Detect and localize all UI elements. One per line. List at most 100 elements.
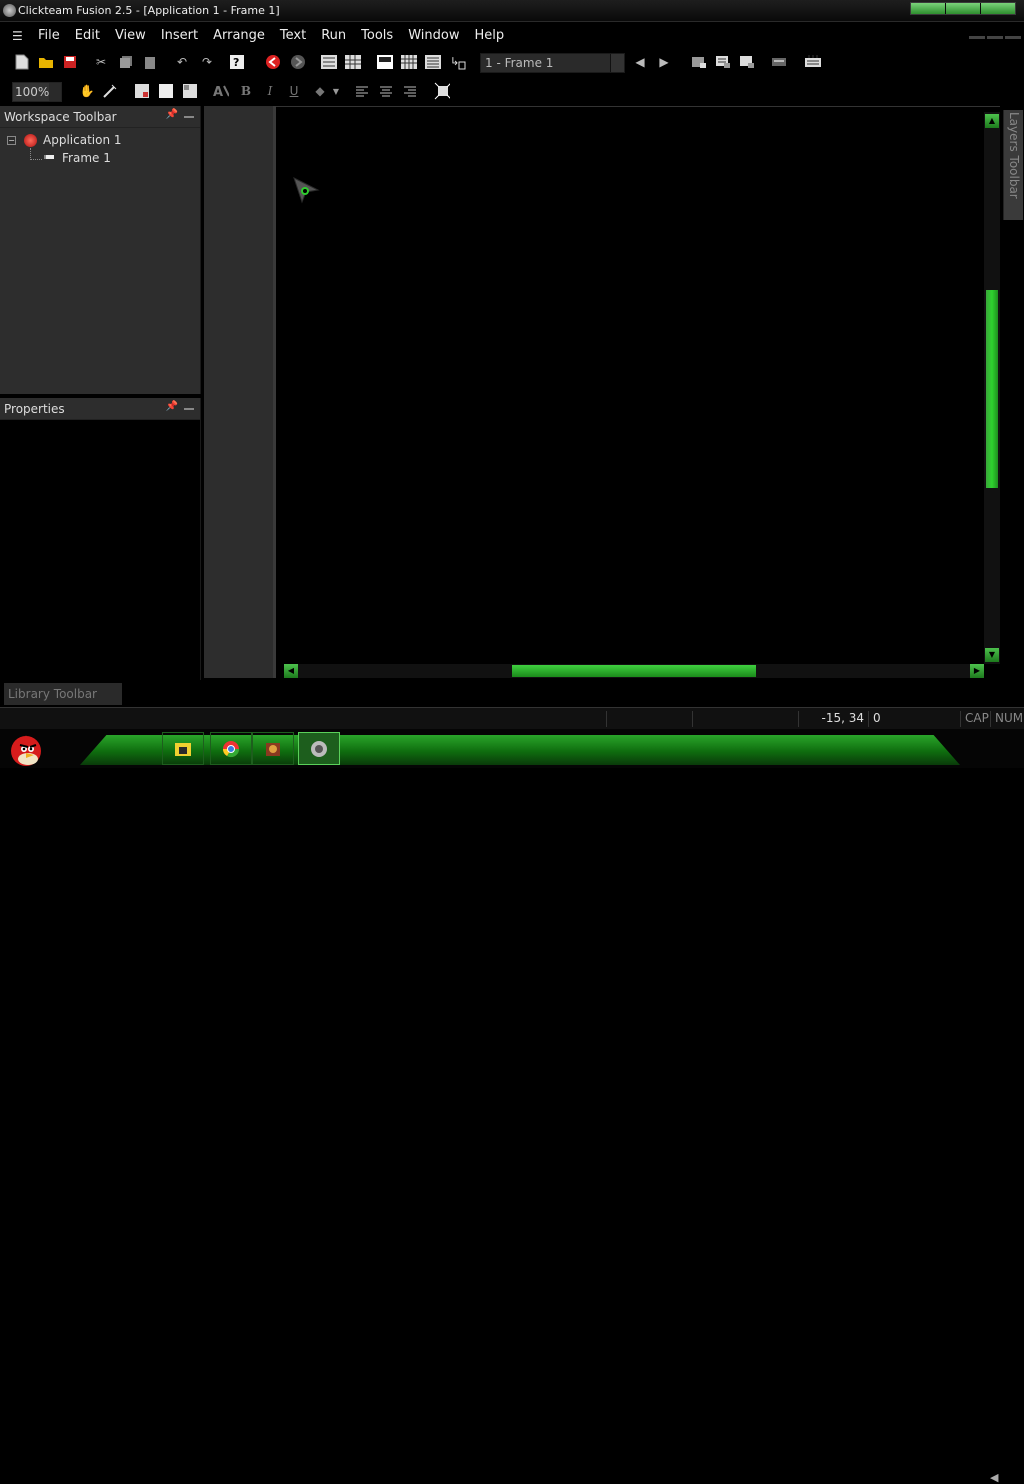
grid-toggle-icon[interactable] [134, 83, 150, 99]
undo-icon[interactable]: ↶ [174, 54, 190, 70]
save-icon[interactable] [62, 54, 78, 70]
library-toolbar-tab[interactable]: Library Toolbar [4, 683, 122, 705]
vertical-scrollbar[interactable]: ▲ ▼ [984, 112, 1000, 664]
storyboard-icon[interactable] [321, 54, 337, 70]
pin-icon[interactable]: 📌 [166, 401, 178, 412]
italic-icon[interactable]: I [262, 83, 278, 99]
cut-icon[interactable]: ✂ [93, 54, 109, 70]
minimize-button[interactable] [911, 3, 946, 14]
menu-tools[interactable]: Tools [361, 28, 393, 43]
mdi-close-button[interactable] [1005, 36, 1021, 39]
chevron-down-icon[interactable] [49, 83, 61, 101]
redo-icon[interactable]: ↷ [199, 54, 215, 70]
event-window-icon[interactable] [715, 54, 731, 70]
align-right-icon[interactable] [402, 83, 418, 99]
vertical-scroll-thumb[interactable] [986, 290, 998, 488]
horizontal-scroll-thumb[interactable] [512, 665, 756, 677]
menu-text[interactable]: Text [280, 28, 306, 43]
main-toolbar: ✂ ↶ ↷ ? ↳ 1 - Frame 1 ◀ ▶ [10, 52, 1020, 76]
tree-connector [30, 159, 42, 160]
underline-icon[interactable]: U [286, 83, 302, 99]
font-icon[interactable]: A [213, 83, 229, 99]
layers-toolbar-tab[interactable]: Layers Toolbar [1003, 110, 1023, 220]
pin-icon[interactable]: 📌 [166, 109, 178, 120]
grid-icon[interactable] [345, 54, 361, 70]
event-list-icon[interactable] [425, 54, 441, 70]
tray-chevron-icon[interactable]: ◀ [990, 1471, 1002, 1484]
align-left-icon[interactable] [354, 83, 370, 99]
mdi-minimize-button[interactable] [969, 36, 985, 39]
scroll-right-button[interactable]: ▶ [970, 664, 984, 678]
menu-file[interactable]: File [38, 28, 60, 43]
taskbar: ◀ [0, 729, 1024, 1484]
collapse-icon[interactable] [184, 116, 194, 118]
menu-run[interactable]: Run [321, 28, 346, 43]
horizontal-scrollbar[interactable]: ◀ ▶ [284, 664, 984, 678]
collapse-node-icon[interactable]: − [7, 136, 16, 145]
menu-arrange[interactable]: Arrange [213, 28, 265, 43]
next-frame-icon[interactable]: ▶ [656, 54, 672, 70]
layers-toolbar-label: Layers Toolbar [1007, 112, 1021, 199]
scroll-left-button[interactable]: ◀ [284, 664, 298, 678]
application-label: Application 1 [43, 133, 122, 147]
start-button-icon[interactable] [6, 729, 46, 767]
frame-selector[interactable]: 1 - Frame 1 [480, 53, 625, 73]
paste-icon[interactable] [142, 54, 158, 70]
window-title: Clickteam Fusion 2.5 - [Application 1 - … [18, 4, 280, 17]
menu-insert[interactable]: Insert [161, 28, 198, 43]
menu-window[interactable]: Window [408, 28, 459, 43]
tree-node-frame[interactable]: Frame 1 [0, 148, 200, 168]
menu-help[interactable]: Help [474, 28, 504, 43]
event-editor-icon[interactable] [401, 54, 417, 70]
align-center-icon[interactable] [378, 83, 394, 99]
back-icon[interactable] [265, 54, 281, 70]
close-button[interactable] [981, 3, 1015, 14]
mdi-restore-button[interactable] [987, 36, 1003, 39]
alignment-icon[interactable] [182, 83, 198, 99]
taskbar-app-button[interactable] [252, 732, 294, 765]
menu-view[interactable]: View [115, 28, 146, 43]
chevron-down-icon[interactable]: ▼ [328, 83, 344, 99]
bold-icon[interactable]: B [238, 83, 254, 99]
properties-panel: Properties 📌 [0, 398, 201, 680]
chevron-down-icon[interactable] [610, 54, 624, 72]
maximize-button[interactable] [946, 3, 981, 14]
frame-editor-canvas[interactable] [276, 106, 1000, 678]
collapse-icon[interactable] [184, 408, 194, 410]
window-controls [910, 2, 1016, 15]
copy-icon[interactable] [118, 54, 134, 70]
taskbar-explorer-button[interactable] [162, 732, 204, 765]
scroll-up-button[interactable]: ▲ [985, 114, 999, 128]
run-frame-icon[interactable] [771, 54, 787, 70]
application-icon [24, 134, 37, 147]
workspace-tree: − Application 1 Frame 1 [0, 128, 200, 168]
fit-frame-icon[interactable] [434, 82, 450, 100]
frame-editor-icon[interactable] [377, 54, 393, 70]
data-elements-icon[interactable]: ↳ [450, 54, 466, 70]
magic-wand-icon[interactable] [102, 83, 118, 99]
menu-edit[interactable]: Edit [75, 28, 100, 43]
help-icon[interactable]: ? [229, 54, 245, 70]
taskbar-fusion-button[interactable] [298, 732, 340, 765]
fusion-icon [311, 740, 327, 757]
svg-text:A: A [213, 85, 223, 98]
new-icon[interactable] [14, 54, 30, 70]
zoom-selector[interactable]: 100% [12, 82, 62, 102]
status-bar: -15, 34 0 CAP NUM [0, 707, 1024, 729]
open-icon[interactable] [38, 54, 54, 70]
scroll-down-button[interactable]: ▼ [985, 648, 999, 662]
system-menu-icon[interactable]: ☰ [12, 29, 23, 43]
previous-frame-icon[interactable]: ◀ [632, 54, 648, 70]
svg-text:↳: ↳ [450, 55, 459, 68]
taskbar-chrome-button[interactable] [210, 732, 252, 765]
hand-icon[interactable]: ✋ [79, 83, 95, 99]
workspace-title: Workspace Toolbar [4, 110, 117, 124]
run-app-icon[interactable] [805, 54, 821, 70]
snap-icon[interactable] [158, 83, 174, 99]
forward-icon[interactable] [290, 54, 306, 70]
list-window-icon[interactable] [739, 54, 755, 70]
svg-text:?: ? [233, 56, 239, 69]
library-toolbar-label: Library Toolbar [8, 687, 97, 701]
fill-color-icon[interactable]: ◆ [312, 83, 328, 99]
frame-window-icon[interactable] [691, 54, 707, 70]
